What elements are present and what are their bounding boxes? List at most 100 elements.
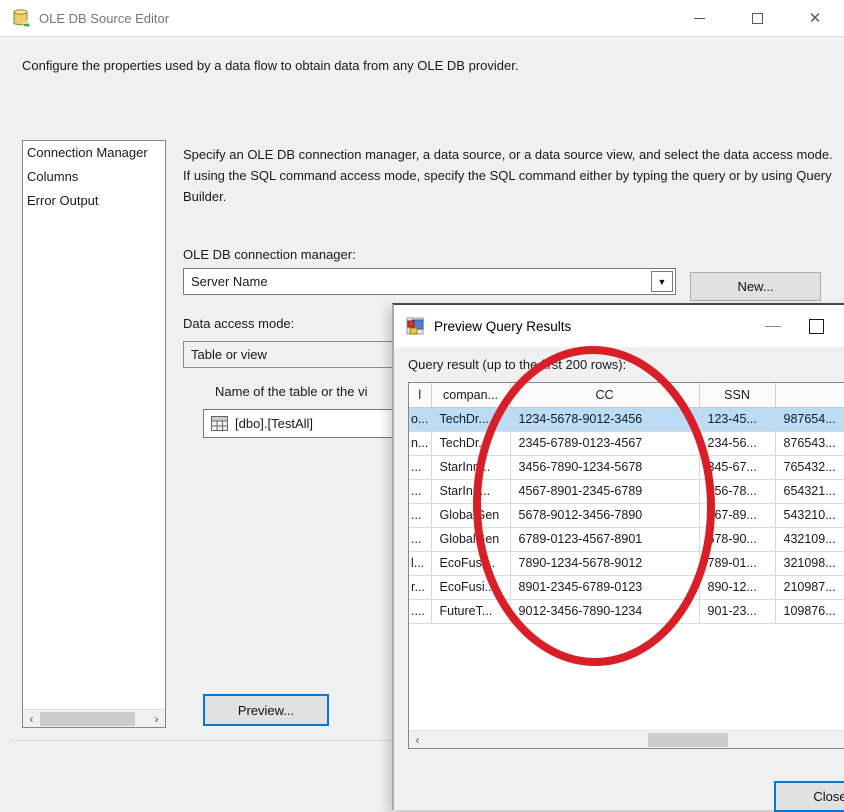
- minimize-icon: [693, 18, 705, 19]
- table-row[interactable]: n... TechDr... 2345-6789-0123-4567 234-56..…: [409, 431, 844, 456]
- query-results-grid: lcompan...CCSSNSIN o...TechDr...1234-567…: [408, 382, 844, 749]
- preview-table-body: o... TechDr... 1234-5678-9012-3456 123-45..…: [409, 407, 844, 624]
- data-access-mode-value: Table or view: [191, 347, 267, 362]
- table-name-combo[interactable]: [dbo].[TestAll]: [203, 409, 403, 438]
- table-cell: 123-45...: [699, 407, 776, 432]
- connection-manager-label: OLE DB connection manager:: [183, 247, 356, 262]
- preview-maximize-icon[interactable]: [809, 318, 824, 334]
- table-row[interactable]: ... StarInn... 4567-8901-2345-6789 456-78..…: [409, 479, 844, 504]
- table-cell: ...: [409, 479, 432, 504]
- column-header-3[interactable]: SSN: [699, 383, 776, 408]
- table-cell: 789-01...: [699, 551, 776, 576]
- scroll-left-icon[interactable]: ‹: [23, 710, 40, 728]
- connection-manager-combo[interactable]: Server Name ▼: [183, 268, 676, 295]
- table-cell: 9012-3456-7890-1234: [510, 599, 700, 624]
- table-cell: 890-12...: [699, 575, 776, 600]
- table-cell: 8901-2345-6789-0123: [510, 575, 700, 600]
- chevron-down-icon[interactable]: ▼: [651, 271, 673, 292]
- table-cell: 901-23...: [699, 599, 776, 624]
- data-access-mode-label: Data access mode:: [183, 316, 295, 331]
- table-cell: l...: [409, 551, 432, 576]
- close-button[interactable]: ✕: [786, 0, 844, 37]
- preview-table: lcompan...CCSSNSIN o...TechDr...1234-567…: [409, 383, 844, 624]
- table-cell: ...: [409, 503, 432, 528]
- table-name-value: [dbo].[TestAll]: [235, 416, 314, 431]
- table-cell: 765432...: [775, 455, 844, 480]
- table-cell: 432109...: [775, 527, 844, 552]
- maximize-icon: [751, 13, 763, 24]
- column-header-4[interactable]: SIN: [775, 383, 844, 408]
- main-title-bar: OLE DB Source Editor ✕: [0, 0, 844, 37]
- query-result-label: Query result (up to the first 200 rows):: [408, 357, 627, 372]
- table-row[interactable]: ... StarInn... 3456-7890-1234-5678 345-67..…: [409, 455, 844, 480]
- table-cell: 234-56...: [699, 431, 776, 456]
- table-cell: 345-67...: [699, 455, 776, 480]
- dialog-description: Configure the properties used by a data …: [22, 58, 519, 73]
- scroll-right-icon[interactable]: ›: [148, 710, 165, 728]
- table-cell: 654321...: [775, 479, 844, 504]
- preview-dialog-title: Preview Query Results: [434, 318, 572, 334]
- table-cell: 1234-5678-9012-3456: [510, 407, 700, 432]
- pages-list: Connection Manager Columns Error Output …: [22, 140, 166, 728]
- table-cell: 543210...: [775, 503, 844, 528]
- new-button[interactable]: New...: [690, 272, 821, 301]
- table-cell: 678-90...: [699, 527, 776, 552]
- instructions-text: Specify an OLE DB connection manager, a …: [183, 147, 833, 204]
- table-cell: n...: [409, 431, 432, 456]
- table-cell: ...: [409, 527, 432, 552]
- table-cell: 876543...: [775, 431, 844, 456]
- table-cell: 109876...: [775, 599, 844, 624]
- preview-table-header-row: lcompan...CCSSNSIN: [409, 383, 844, 408]
- column-header-1[interactable]: compan...: [431, 383, 511, 408]
- table-cell: 4567-8901-2345-6789: [510, 479, 700, 504]
- preview-button[interactable]: Preview...: [203, 694, 329, 726]
- winform-icon: [406, 317, 424, 334]
- table-cell: 567-89...: [699, 503, 776, 528]
- preview-title-bar: Preview Query Results: [394, 305, 844, 347]
- sidebar-item-connection-manager[interactable]: Connection Manager: [23, 141, 165, 165]
- preview-minimize-icon[interactable]: [765, 325, 781, 327]
- maximize-button[interactable]: [728, 0, 786, 37]
- preview-query-results-dialog: Preview Query Results Query result (up t…: [392, 303, 844, 812]
- table-cell: 987654...: [775, 407, 844, 432]
- table-cell: 210987...: [775, 575, 844, 600]
- table-cell: TechDr...: [431, 407, 511, 432]
- table-cell: 321098...: [775, 551, 844, 576]
- preview-scrollbar-thumb[interactable]: [648, 732, 728, 747]
- table-cell: StarInn...: [431, 455, 511, 480]
- table-cell: 5678-9012-3456-7890: [510, 503, 700, 528]
- sidebar-item-columns[interactable]: Columns: [23, 165, 165, 189]
- table-row[interactable]: r... EcoFusi... 8901-2345-6789-0123 890-12.…: [409, 575, 844, 600]
- table-name-label: Name of the table or the vi: [215, 384, 368, 399]
- preview-scroll-left-icon[interactable]: ‹: [409, 731, 426, 749]
- sidebar-item-error-output[interactable]: Error Output: [23, 189, 165, 213]
- table-cell: 3456-7890-1234-5678: [510, 455, 700, 480]
- sidebar-horizontal-scrollbar[interactable]: ‹ ›: [23, 709, 165, 727]
- table-cell: r...: [409, 575, 432, 600]
- scrollbar-thumb[interactable]: [40, 711, 135, 726]
- minimize-button[interactable]: [670, 0, 728, 37]
- table-row[interactable]: o... TechDr... 1234-5678-9012-3456 123-45..…: [409, 407, 844, 432]
- table-row[interactable]: .... FutureT... 9012-3456-7890-1234 901-23.…: [409, 599, 844, 624]
- table-cell: EcoFusi...: [431, 575, 511, 600]
- table-cell: o...: [409, 407, 432, 432]
- preview-horizontal-scrollbar[interactable]: ‹: [409, 730, 844, 748]
- table-cell: 2345-6789-0123-4567: [510, 431, 700, 456]
- close-preview-button[interactable]: Close: [774, 781, 844, 812]
- table-cell: ....: [409, 599, 432, 624]
- column-header-0[interactable]: l: [409, 383, 432, 408]
- connection-manager-value: Server Name: [191, 274, 268, 289]
- column-header-2[interactable]: CC: [510, 383, 700, 408]
- table-cell: 6789-0123-4567-8901: [510, 527, 700, 552]
- table-row[interactable]: ... GlobalGen 6789-0123-4567-8901 678-90...…: [409, 527, 844, 552]
- table-grid-icon: [211, 416, 228, 431]
- database-icon: [13, 9, 32, 29]
- table-cell: GlobalGen: [431, 503, 511, 528]
- table-row[interactable]: ... GlobalGen 5678-9012-3456-7890 567-89...…: [409, 503, 844, 528]
- table-cell: FutureT...: [431, 599, 511, 624]
- close-icon: ✕: [808, 10, 822, 27]
- table-cell: TechDr...: [431, 431, 511, 456]
- table-row[interactable]: l... EcoFusi... 7890-1234-5678-9012 789-01.…: [409, 551, 844, 576]
- table-cell: StarInn...: [431, 479, 511, 504]
- table-cell: 456-78...: [699, 479, 776, 504]
